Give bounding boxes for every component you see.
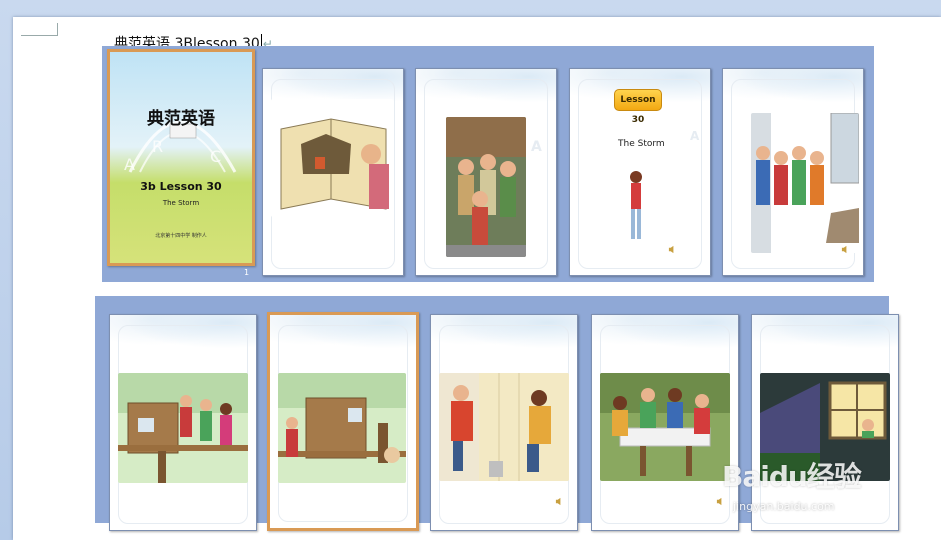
slide-image: [751, 113, 859, 253]
slide-thumbnail-9[interactable]: [591, 314, 739, 531]
cover-background: A R C 典范英语 3b Lesson 30 The Storm 北京第十四中…: [110, 52, 252, 263]
decorative-letter: A: [531, 139, 542, 155]
slide-thumbnail-6[interactable]: [109, 314, 257, 531]
slide-image: [271, 99, 393, 217]
cover-subtitle: The Storm: [162, 199, 200, 207]
slide-thumbnail-5[interactable]: [722, 68, 864, 276]
cover-title: 典范英语: [147, 109, 215, 129]
lesson-badge: Lesson 30: [614, 89, 662, 125]
speaker-icon[interactable]: [555, 491, 564, 506]
slide-thumbnail-10[interactable]: [751, 314, 899, 531]
slide-number: 4: [703, 268, 709, 277]
slide-image: [118, 373, 248, 483]
slide-image: [446, 117, 526, 257]
svg-text:C: C: [210, 147, 221, 166]
picnic-table-illustration: [600, 373, 730, 481]
watermark-logo: Baidu经验: [722, 460, 862, 493]
treehouse-illustration: [118, 373, 248, 483]
children-window-illustration: [751, 113, 859, 253]
svg-text:R: R: [152, 137, 163, 156]
slide-number: 2: [397, 268, 403, 277]
slide-image: [600, 373, 730, 481]
girl-illustration: [630, 171, 642, 239]
slide-thumbnail-8[interactable]: [430, 314, 578, 531]
slide-number: 5: [856, 268, 862, 277]
speaker-icon[interactable]: [841, 239, 850, 254]
slide-strip-row-1: A R C 典范英语 3b Lesson 30 The Storm 北京第十四中…: [102, 46, 874, 282]
painting-fence-illustration: [439, 373, 569, 481]
slide-thumbnail-7[interactable]: [267, 312, 419, 531]
cover-footer: 北京第十四中学 制作人: [155, 233, 207, 239]
speaker-icon[interactable]: [668, 239, 677, 254]
slide-thumbnail-1[interactable]: A R C 典范英语 3b Lesson 30 The Storm 北京第十四中…: [107, 49, 255, 266]
margin-corner-mark: [21, 23, 58, 36]
slide-number: 1: [244, 268, 250, 277]
slide-image: [439, 373, 569, 481]
cover-lesson: 3b Lesson 30: [140, 180, 222, 193]
slide-thumbnail-3[interactable]: A: [415, 68, 557, 276]
children-group-illustration: [446, 117, 526, 257]
slide-thumbnail-4[interactable]: Lesson 30 The Storm A: [569, 68, 711, 276]
svg-text:A: A: [124, 155, 135, 174]
slide-thumbnail-2[interactable]: [262, 68, 404, 276]
watermark-url: jingyan.baidu.com: [733, 500, 835, 513]
slide-image: [278, 373, 406, 483]
decorative-letter: A: [690, 129, 700, 143]
slide-title: The Storm: [618, 139, 665, 149]
slide-number: 3: [550, 268, 556, 277]
treehouse-illustration: [278, 373, 406, 483]
open-book-illustration: [271, 99, 393, 217]
